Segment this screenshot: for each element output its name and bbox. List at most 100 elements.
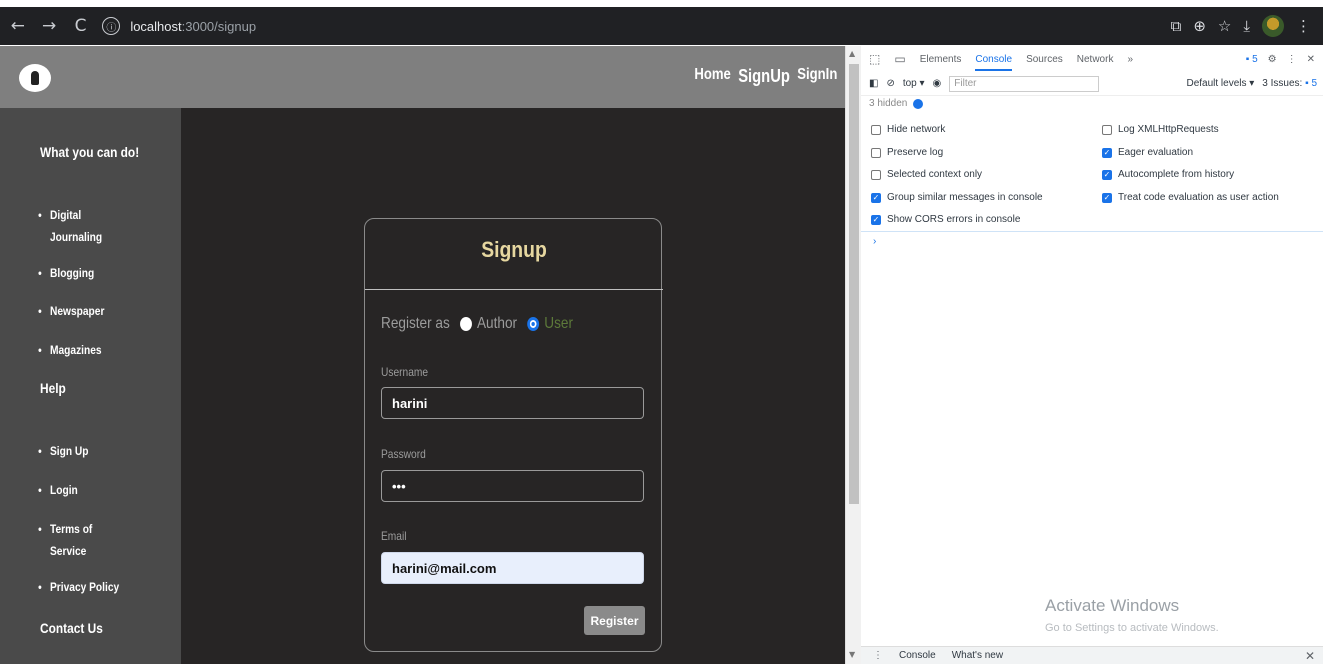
checkbox-checked[interactable]: ✓ — [1102, 169, 1112, 180]
password-field[interactable]: ••• — [381, 470, 644, 502]
cast-icon[interactable]: ⧉ — [1171, 17, 1182, 35]
site-header: Home SignUp SignIn — [0, 46, 845, 108]
zoom-icon[interactable]: ⊕ — [1193, 17, 1206, 35]
opt-eager-eval[interactable]: ✓ Eager evaluation — [1102, 147, 1193, 158]
sidebar-item-blogging[interactable]: • Blogging — [38, 262, 127, 284]
filter-input[interactable]: Filter — [949, 75, 1100, 92]
sidebar-item-terms[interactable]: • Terms of Service — [38, 518, 127, 562]
hidden-count: 3 hidden — [869, 98, 924, 109]
address-bar[interactable]: ⓘ localhost:3000/signup — [102, 12, 1170, 40]
sidebar: What you can do! • Digital Journaling • Bl… — [0, 108, 181, 664]
tab-network[interactable]: Network — [1077, 54, 1114, 65]
checkbox[interactable] — [871, 147, 881, 158]
download-icon[interactable]: ⤓ — [1243, 17, 1250, 35]
drawer-menu-icon[interactable]: ⋮ — [873, 650, 883, 661]
url-path: :3000/signup — [181, 18, 257, 34]
issues-badge[interactable]: ▪ 5 — [1246, 54, 1258, 65]
sidebar-heading-contact[interactable]: Contact Us — [40, 620, 103, 636]
page-scrollbar[interactable]: ▲ ▼ — [845, 46, 861, 664]
checkbox-checked[interactable]: ✓ — [871, 192, 881, 203]
nav-signup-link[interactable]: SignUp — [738, 66, 790, 87]
sidebar-item-digital-journaling[interactable]: • Digital Journaling — [38, 204, 127, 248]
sidebar-item-login[interactable]: • Login — [38, 479, 127, 501]
scroll-thumb[interactable] — [849, 64, 859, 504]
username-field[interactable]: harini — [381, 387, 644, 419]
browser-chrome: ← → C ⓘ localhost:3000/signup ⧉ ⊕ ☆ ⤓ ⋮ — [0, 0, 1323, 46]
tab-elements[interactable]: Elements — [920, 54, 962, 65]
opt-treat-code-eval[interactable]: ✓ Treat code evaluation as user action — [1102, 192, 1279, 203]
close-devtools-icon[interactable]: ✕ — [1307, 54, 1315, 65]
opt-preserve-log[interactable]: Preserve log — [871, 147, 943, 158]
author-radio[interactable] — [459, 317, 472, 331]
settings-gear-icon[interactable]: ⚙ — [1268, 54, 1277, 65]
forward-button[interactable]: → — [35, 12, 62, 40]
site-info-icon[interactable]: ⓘ — [102, 17, 121, 35]
opt-autocomplete[interactable]: ✓ Autocomplete from history — [1102, 169, 1234, 180]
scroll-up-icon[interactable]: ▲ — [849, 49, 855, 58]
opt-selected-context[interactable]: Selected context only — [871, 169, 982, 180]
signup-card: Signup Register as Author User Username … — [364, 218, 663, 652]
user-radio[interactable] — [527, 317, 540, 331]
opt-cors-errors[interactable]: ✓ Show CORS errors in console — [871, 214, 1020, 225]
more-tabs-button[interactable]: » — [1127, 54, 1133, 65]
console-settings-gear-icon[interactable] — [913, 98, 924, 109]
checkbox[interactable] — [1102, 124, 1112, 135]
levels-dropdown[interactable]: Default levels ▾ — [1186, 78, 1254, 89]
clear-console-icon[interactable]: ⊘ — [886, 78, 894, 89]
profile-avatar[interactable] — [1262, 15, 1284, 37]
tab-sources[interactable]: Sources — [1026, 54, 1063, 65]
drawer-tab-console[interactable]: Console — [899, 650, 936, 661]
console-prompt[interactable]: › — [873, 236, 876, 247]
author-label[interactable]: Author — [477, 315, 517, 333]
inspect-element-icon[interactable]: ⬚ — [869, 52, 880, 66]
console-settings: Hide network Preserve log Selected conte… — [861, 116, 1323, 232]
register-button[interactable]: Register — [584, 606, 645, 635]
browser-toolbar: ← → C ⓘ localhost:3000/signup ⧉ ⊕ ☆ ⤓ ⋮ — [0, 7, 1323, 45]
sidebar-item-newspaper[interactable]: • Newspaper — [38, 300, 127, 322]
sidebar-item-magazines[interactable]: • Magazines — [38, 339, 127, 361]
opt-group-similar[interactable]: ✓ Group similar messages in console — [871, 192, 1043, 203]
register-as-row: Register as Author User — [381, 315, 573, 333]
device-toolbar-icon[interactable]: ▭ — [894, 52, 905, 66]
issues-counter[interactable]: 3 Issues: ▪ 5 — [1262, 78, 1317, 89]
nav-home-link[interactable]: Home — [694, 66, 730, 87]
email-field[interactable]: harini@mail.com — [381, 552, 644, 584]
sidebar-item-sign-up[interactable]: • Sign Up — [38, 440, 127, 462]
tab-console[interactable]: Console — [975, 54, 1013, 71]
user-label[interactable]: User — [544, 315, 573, 333]
checkbox-checked[interactable]: ✓ — [1102, 192, 1112, 203]
checkbox-checked[interactable]: ✓ — [871, 214, 881, 225]
devtools-drawer: ⋮ Console What's new ✕ — [861, 646, 1323, 664]
pen-nib-logo-icon[interactable] — [19, 64, 51, 92]
sidebar-heading-help: Help — [40, 380, 66, 396]
context-selector[interactable]: top ▾ — [903, 78, 925, 89]
scroll-down-icon[interactable]: ▼ — [849, 650, 855, 659]
bookmark-star-icon[interactable]: ☆ — [1218, 17, 1231, 35]
drawer-tab-whats-new[interactable]: What's new — [952, 650, 1003, 661]
sidebar-item-privacy[interactable]: • Privacy Policy — [38, 576, 127, 598]
back-button[interactable]: ← — [4, 12, 31, 40]
email-label: Email — [381, 529, 407, 543]
reload-button[interactable]: C — [67, 12, 94, 40]
console-toolbar: ◧ ⊘ top ▾ ◉ Filter Default levels ▾ 3 Is… — [861, 72, 1323, 96]
opt-log-xhr[interactable]: Log XMLHttpRequests — [1102, 124, 1219, 135]
signup-title: Signup — [481, 237, 547, 262]
checkbox-checked[interactable]: ✓ — [1102, 147, 1112, 158]
webpage: Home SignUp SignIn What you can do! • Dig… — [0, 46, 845, 664]
url-host: localhost — [130, 18, 182, 34]
nav-signin-link[interactable]: SignIn — [797, 66, 837, 87]
activate-windows-subtitle: Go to Settings to activate Windows. — [1045, 622, 1219, 634]
checkbox[interactable] — [871, 169, 881, 180]
checkbox[interactable] — [871, 124, 881, 135]
eye-icon[interactable]: ◉ — [933, 78, 942, 89]
activate-windows-title: Activate Windows — [1045, 596, 1180, 615]
close-drawer-icon[interactable]: ✕ — [1305, 649, 1315, 663]
opt-hide-network[interactable]: Hide network — [871, 124, 945, 135]
devtools-tabbar: ⬚ ▭ Elements Console Sources Network » ▪… — [861, 46, 1323, 72]
password-label: Password — [381, 447, 426, 461]
sidebar-toggle-icon[interactable]: ◧ — [869, 78, 878, 89]
menu-kebab-icon[interactable]: ⋮ — [1296, 17, 1311, 35]
devtools-menu-icon[interactable]: ⋮ — [1287, 54, 1297, 65]
username-label: Username — [381, 365, 429, 379]
site-nav: Home SignUp SignIn — [694, 66, 837, 87]
